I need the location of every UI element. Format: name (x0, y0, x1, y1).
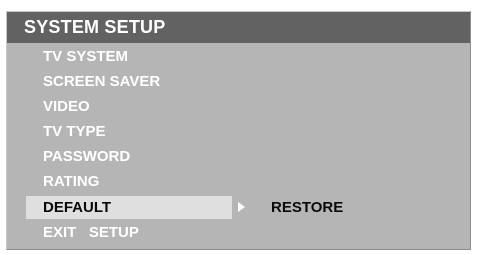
submenu-option-restore[interactable]: RESTORE (271, 196, 343, 219)
menu-item-label: PASSWORD (43, 148, 131, 165)
menu-item-screen-saver[interactable]: SCREEN SAVER (7, 70, 470, 93)
menu-item-rating[interactable]: RATING (7, 170, 470, 193)
menu-item-default[interactable]: DEFAULT RESTORE (7, 196, 470, 219)
panel-title: SYSTEM SETUP (7, 12, 470, 43)
menu-item-tv-system[interactable]: TV SYSTEM (7, 45, 470, 68)
menu-item-label: VIDEO (43, 98, 90, 115)
menu-item-label: EXIT SETUP (43, 224, 139, 241)
menu-item-password[interactable]: PASSWORD (7, 145, 470, 168)
triangle-right-icon (238, 202, 245, 212)
menu-item-label: TV TYPE (43, 123, 106, 140)
menu-item-label: TV SYSTEM (43, 48, 129, 65)
menu-item-label: SCREEN SAVER (43, 73, 161, 90)
menu-item-exit-setup[interactable]: EXIT SETUP (7, 221, 470, 244)
menu-item-tv-type[interactable]: TV TYPE (7, 120, 470, 143)
system-setup-panel: SYSTEM SETUP TV SYSTEM SCREEN SAVER VIDE… (6, 11, 471, 250)
menu-item-label: RATING (43, 173, 100, 190)
menu-item-video[interactable]: VIDEO (7, 95, 470, 118)
menu-item-label: DEFAULT (43, 199, 112, 216)
